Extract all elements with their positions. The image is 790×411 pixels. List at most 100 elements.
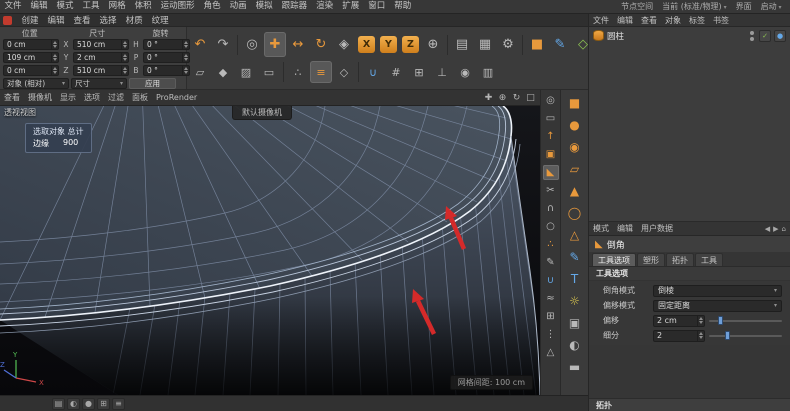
layout-icon[interactable] — [3, 15, 12, 25]
menu-character[interactable]: 角色 — [199, 0, 225, 13]
menu-file[interactable]: 文件 — [0, 0, 26, 13]
object-mode-dropdown[interactable]: 对象 (相对) — [3, 78, 69, 89]
submenu-texture[interactable]: 纹理 — [147, 14, 173, 26]
floor-icon[interactable]: ▬ — [564, 357, 586, 376]
visibility-dots[interactable] — [750, 30, 754, 41]
points-mode-icon[interactable]: ∴ — [287, 61, 309, 83]
scale-tool-icon[interactable]: ↔ — [287, 32, 309, 57]
size-y-field[interactable]: 2 cm — [73, 52, 129, 63]
spinner[interactable] — [697, 315, 704, 326]
attr-menu-userdata[interactable]: 用户数据 — [637, 223, 677, 234]
offset-field[interactable]: 2 cm — [653, 314, 705, 327]
light-icon[interactable]: ☼ — [564, 291, 586, 310]
submenu-material[interactable]: 材质 — [121, 14, 147, 26]
menu-volume[interactable]: 体积 — [130, 0, 156, 13]
materials-icon[interactable]: ◐ — [67, 397, 80, 410]
om-menu-bookmarks[interactable]: 书签 — [709, 15, 733, 26]
magnet-icon[interactable]: ∪ — [543, 273, 559, 288]
torus-primitive-icon[interactable]: ◯ — [564, 203, 586, 222]
layout-select[interactable]: 启动 — [756, 0, 786, 14]
array-icon[interactable]: ⋮ — [543, 327, 559, 342]
cube-primitive-icon[interactable]: ■ — [564, 93, 586, 112]
bevel-tool-icon[interactable]: ◣ — [542, 165, 559, 180]
z-axis-lock-button[interactable]: Z — [402, 36, 419, 53]
brush-icon[interactable]: ✎ — [543, 255, 559, 270]
cone-primitive-icon[interactable]: ▲ — [564, 181, 586, 200]
inner-extrude-icon[interactable]: ▣ — [543, 147, 559, 162]
spinner[interactable] — [51, 40, 58, 49]
sky-icon[interactable]: ◐ — [564, 335, 586, 354]
render-settings-icon[interactable]: ⚙ — [497, 32, 519, 57]
offset-mode-dropdown[interactable]: 固定距离 — [653, 299, 782, 312]
layers-icon[interactable]: ≡ — [112, 397, 125, 410]
position-z-field[interactable]: 0 cm — [3, 65, 59, 76]
optimize-icon[interactable]: △ — [543, 345, 559, 360]
maximize-view-icon[interactable]: □ — [524, 91, 537, 104]
tab-topology[interactable]: 拓扑 — [666, 253, 694, 266]
vp-menu-camera[interactable]: 摄像机 — [24, 92, 56, 103]
polygons-mode-icon[interactable]: ◇ — [333, 61, 355, 83]
om-menu-file[interactable]: 文件 — [589, 15, 613, 26]
position-x-field[interactable]: 0 cm — [3, 39, 59, 50]
position-y-field[interactable]: 109 cm — [3, 52, 59, 63]
spinner[interactable] — [697, 330, 704, 341]
smooth-shift-icon[interactable]: ≈ — [543, 291, 559, 306]
camera-label[interactable]: 默认摄像机 — [232, 106, 292, 120]
om-menu-object[interactable]: 对象 — [661, 15, 685, 26]
rotate-tool-icon[interactable]: ↻ — [310, 32, 332, 57]
tool-options-section-header[interactable]: 工具选项 — [589, 267, 790, 281]
size-z-field[interactable]: 510 cm — [73, 65, 129, 76]
vp-menu-view[interactable]: 查看 — [0, 92, 24, 103]
camera-icon[interactable]: ▣ — [564, 313, 586, 332]
attr-menu-edit[interactable]: 编辑 — [613, 223, 637, 234]
x-axis-lock-button[interactable]: X — [358, 36, 375, 53]
visible-tag-icon[interactable]: ✓ — [759, 29, 771, 42]
menu-mograph[interactable]: 运动图形 — [156, 0, 199, 13]
zoom-view-icon[interactable]: ⊕ — [496, 91, 509, 104]
coordinates-icon[interactable]: ⊞ — [97, 397, 110, 410]
render-engine-select[interactable]: 当前 (标准/物理) — [658, 0, 731, 14]
snap-toggle-icon[interactable]: ∪ — [362, 61, 384, 83]
marquee-select-icon[interactable]: ▭ — [543, 111, 559, 126]
spinner[interactable] — [121, 53, 128, 62]
timeline-icon[interactable]: ▤ — [52, 397, 65, 410]
extrude-icon[interactable]: ↑ — [543, 129, 559, 144]
model-mode-icon[interactable]: ◆ — [212, 61, 234, 83]
pan-view-icon[interactable]: ✚ — [482, 91, 495, 104]
submenu-create[interactable]: 创建 — [17, 14, 43, 26]
y-axis-lock-button[interactable]: Y — [380, 36, 397, 53]
weld-icon[interactable]: ∴ — [543, 237, 559, 252]
size-mode-dropdown[interactable]: 尺寸 — [71, 78, 127, 89]
apply-button[interactable]: 应用 — [129, 78, 176, 89]
om-menu-edit[interactable]: 编辑 — [613, 15, 637, 26]
spline-pen-icon[interactable]: ✎ — [549, 32, 571, 57]
spinner[interactable] — [121, 66, 128, 75]
move-tool-icon[interactable]: ✚ — [264, 32, 286, 57]
viewport-solo-icon[interactable]: ◉ — [454, 61, 476, 83]
rotation-h-field[interactable]: 0 ° — [143, 39, 190, 50]
primitive-cube-icon[interactable]: ■ — [526, 32, 548, 57]
topology-section-header[interactable]: 拓扑 — [589, 398, 790, 411]
plane-primitive-icon[interactable]: ▱ — [564, 159, 586, 178]
vp-menu-panel[interactable]: 面板 — [128, 92, 152, 103]
om-menu-view[interactable]: 查看 — [637, 15, 661, 26]
attr-menu-mode[interactable]: 模式 — [589, 223, 613, 234]
cylinder-primitive-icon[interactable]: ◉ — [564, 137, 586, 156]
vp-menu-display[interactable]: 显示 — [56, 92, 80, 103]
spinner[interactable] — [51, 53, 58, 62]
submenu-view[interactable]: 查看 — [69, 14, 95, 26]
texture-mode-icon[interactable]: ▨ — [235, 61, 257, 83]
menu-help[interactable]: 帮助 — [390, 0, 416, 13]
tab-tool[interactable]: 工具 — [695, 253, 723, 266]
om-menu-tags[interactable]: 标签 — [685, 15, 709, 26]
workplane-mode-icon[interactable]: ▭ — [258, 61, 280, 83]
offset-slider[interactable] — [709, 315, 782, 326]
orbit-view-icon[interactable]: ↻ — [510, 91, 523, 104]
submenu-select[interactable]: 选择 — [95, 14, 121, 26]
menu-window[interactable]: 窗口 — [364, 0, 390, 13]
quantize-icon[interactable]: # — [385, 61, 407, 83]
undo-icon[interactable]: ↶ — [189, 32, 211, 57]
menu-extensions[interactable]: 扩展 — [338, 0, 364, 13]
menu-tools[interactable]: 工具 — [78, 0, 104, 13]
vp-menu-filter[interactable]: 过滤 — [104, 92, 128, 103]
